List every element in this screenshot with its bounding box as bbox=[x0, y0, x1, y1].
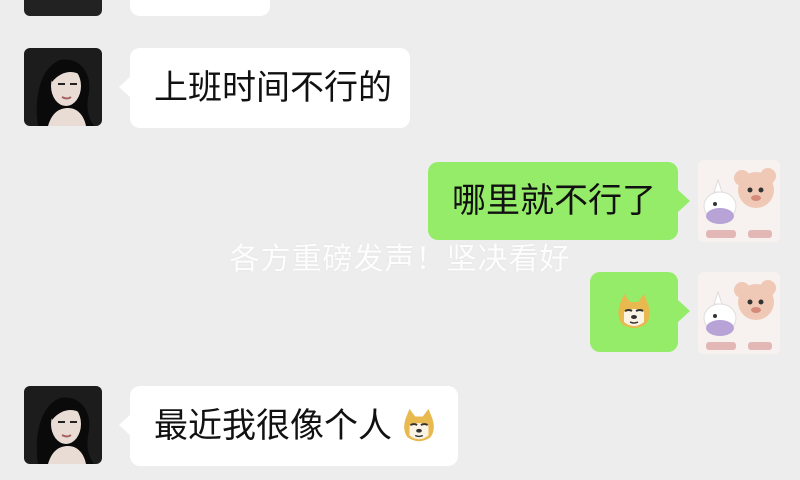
contact-avatar-partial[interactable] bbox=[24, 0, 102, 16]
woman-portrait-icon bbox=[24, 386, 102, 464]
user-avatar[interactable] bbox=[698, 272, 780, 354]
cartoon-animals-icon bbox=[698, 160, 780, 242]
contact-avatar[interactable] bbox=[24, 48, 102, 126]
bubble-tail bbox=[678, 300, 690, 322]
woman-portrait-icon bbox=[24, 48, 102, 126]
message-text: 哪里就不行了 bbox=[452, 181, 656, 221]
user-avatar[interactable] bbox=[698, 160, 780, 242]
doge-face-icon bbox=[404, 408, 434, 442]
bubble-tail bbox=[678, 190, 690, 212]
message-bubble-incoming[interactable]: 上班时间不行的 bbox=[130, 48, 410, 128]
contact-avatar[interactable] bbox=[24, 386, 102, 464]
message-text: 最近我很像个人 bbox=[154, 406, 392, 446]
message-bubble-outgoing[interactable]: 哪里就不行了 bbox=[428, 162, 678, 240]
cartoon-animals-icon bbox=[698, 272, 780, 354]
message-bubble-partial[interactable] bbox=[130, 0, 270, 16]
sticker-bubble-outgoing[interactable] bbox=[590, 272, 678, 352]
message-text: 上班时间不行的 bbox=[154, 68, 392, 108]
message-bubble-incoming[interactable]: 最近我很像个人 bbox=[130, 386, 458, 466]
doge-face-icon bbox=[618, 294, 650, 328]
watermark-overlay: 各方重磅发声！坚决看好 bbox=[229, 242, 571, 277]
